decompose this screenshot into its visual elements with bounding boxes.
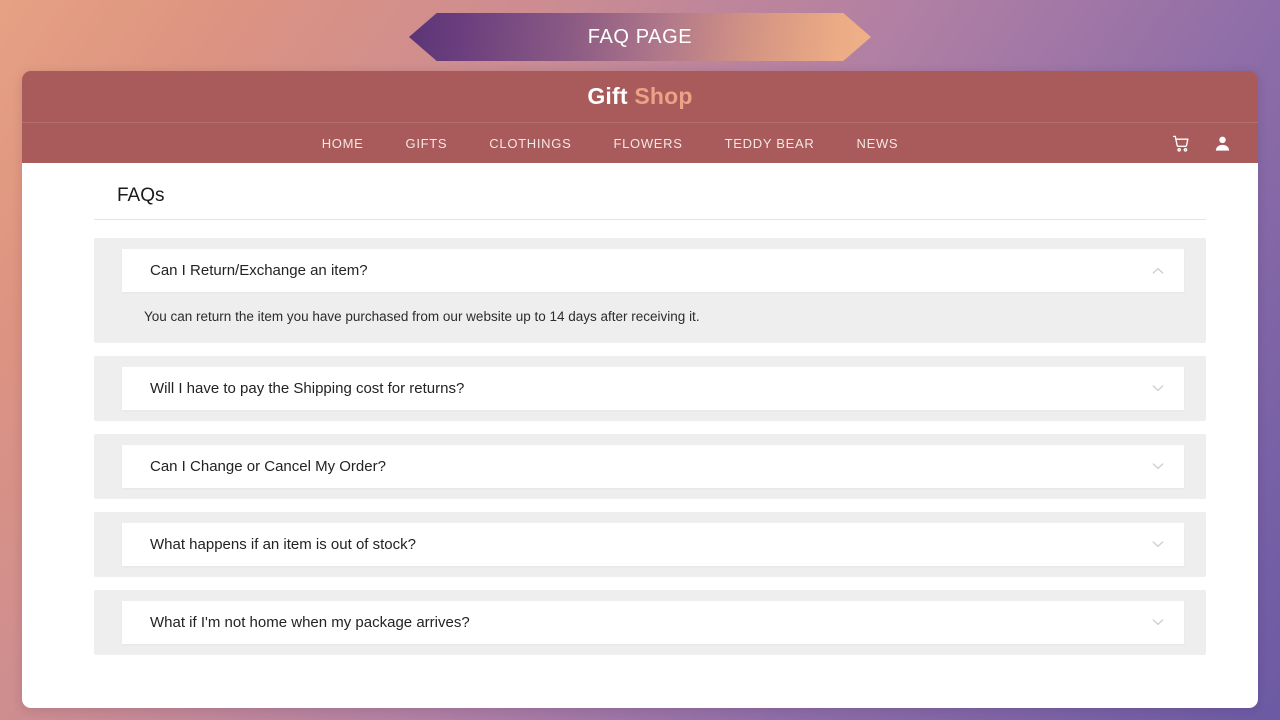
nav-icons (1172, 123, 1232, 163)
nav-item-flowers[interactable]: FLOWERS (613, 136, 682, 151)
faq-item: Will I have to pay the Shipping cost for… (94, 355, 1206, 421)
faq-list: Can I Return/Exchange an item? You can r… (94, 238, 1206, 655)
nav-item-gifts[interactable]: GIFTS (406, 136, 448, 151)
faq-item: What happens if an item is out of stock? (94, 511, 1206, 577)
logo-text-secondary: Shop (634, 83, 693, 109)
page-title: FAQs (94, 185, 1206, 220)
chevron-down-icon[interactable] (1150, 536, 1166, 552)
nav-item-clothings[interactable]: CLOTHINGS (489, 136, 571, 151)
site-logo[interactable]: Gift Shop (587, 83, 692, 110)
nav-item-teddy-bear[interactable]: TEDDY BEAR (725, 136, 815, 151)
faq-question-toggle[interactable]: Will I have to pay the Shipping cost for… (122, 366, 1184, 410)
cart-icon[interactable] (1172, 134, 1191, 153)
nav-item-home[interactable]: HOME (322, 136, 364, 151)
logo-text-primary: Gift (587, 83, 628, 109)
faq-item: What if I'm not home when my package arr… (94, 589, 1206, 655)
brand-row: Gift Shop (22, 71, 1258, 123)
banner-ribbon-shape: FAQ PAGE (409, 13, 871, 61)
nav-links: HOME GIFTS CLOTHINGS FLOWERS TEDDY BEAR … (322, 136, 959, 151)
faq-item: Can I Change or Cancel My Order? (94, 433, 1206, 499)
faq-question-text: What happens if an item is out of stock? (150, 535, 416, 553)
faq-question-toggle[interactable]: Can I Return/Exchange an item? (122, 249, 1184, 292)
faq-answer-text: You can return the item you have purchas… (144, 309, 700, 324)
banner-title: FAQ PAGE (587, 25, 693, 48)
page-content: FAQs Can I Return/Exchange an item? You … (22, 163, 1258, 708)
chevron-down-icon[interactable] (1150, 458, 1166, 474)
faq-question-text: Will I have to pay the Shipping cost for… (150, 379, 465, 397)
chevron-up-icon[interactable] (1150, 263, 1166, 279)
faq-question-toggle[interactable]: Can I Change or Cancel My Order? (122, 444, 1184, 488)
chevron-down-icon[interactable] (1150, 614, 1166, 630)
chevron-down-icon[interactable] (1150, 380, 1166, 396)
faq-question-toggle[interactable]: What if I'm not home when my package arr… (122, 600, 1184, 644)
main-navigation: HOME GIFTS CLOTHINGS FLOWERS TEDDY BEAR … (22, 123, 1258, 163)
site-header: Gift Shop HOME GIFTS CLOTHINGS FLOWERS T… (22, 71, 1258, 163)
site-card: Gift Shop HOME GIFTS CLOTHINGS FLOWERS T… (22, 71, 1258, 708)
faq-question-text: Can I Change or Cancel My Order? (150, 457, 386, 475)
nav-item-news[interactable]: NEWS (856, 136, 898, 151)
faq-question-toggle[interactable]: What happens if an item is out of stock? (122, 522, 1184, 566)
page-banner: FAQ PAGE (0, 13, 1280, 61)
faq-question-text: Can I Return/Exchange an item? (150, 262, 368, 279)
faq-question-text: What if I'm not home when my package arr… (150, 613, 470, 631)
faq-item: Can I Return/Exchange an item? You can r… (94, 238, 1206, 343)
user-icon[interactable] (1213, 134, 1232, 153)
